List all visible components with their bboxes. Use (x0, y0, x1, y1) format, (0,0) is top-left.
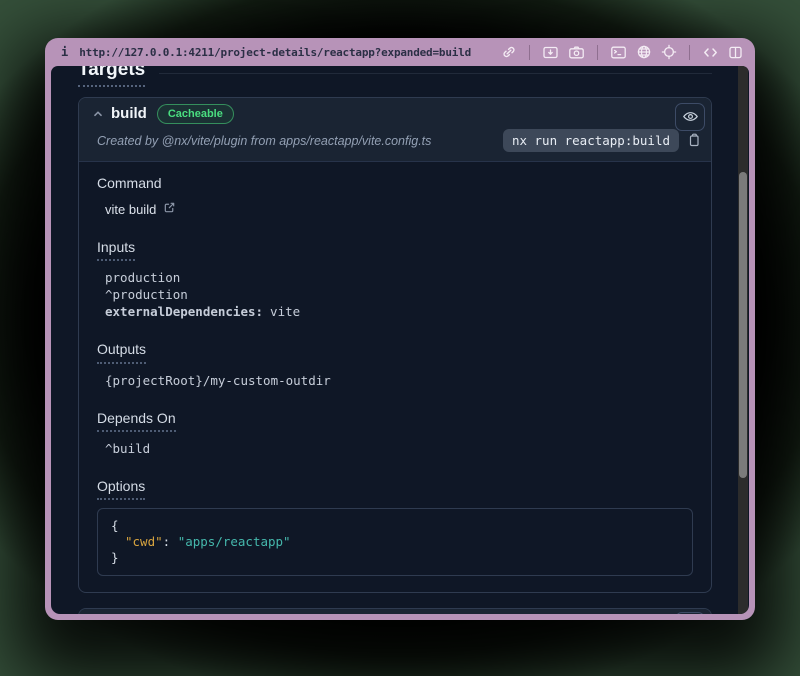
address-bar[interactable]: http://127.0.0.1:4211/project-details/re… (79, 46, 501, 59)
project-details-panel: Targets build Cacheable (51, 66, 737, 614)
command-value: vite build (105, 201, 156, 218)
inputs-section: Inputs production ^production externalDe… (97, 238, 693, 320)
browser-toolbar: i http://127.0.0.1:4211/project-details/… (45, 38, 755, 66)
external-link-icon[interactable] (163, 201, 176, 218)
split-panel-icon[interactable] (728, 45, 743, 60)
view-target-graph-button[interactable] (675, 612, 705, 614)
options-label: Options (97, 477, 145, 500)
command-label: Command (97, 174, 162, 192)
chevron-up-icon (91, 107, 105, 121)
json-close-brace: } (111, 550, 679, 566)
build-subheader: Created by @nx/vite/plugin from apps/rea… (79, 126, 711, 161)
command-section: Command vite build (97, 174, 693, 218)
outputs-label: Outputs (97, 340, 146, 363)
toolbar-separator (689, 45, 690, 60)
scrollbar-thumb[interactable] (739, 172, 747, 478)
json-cwd-line: "cwd": "apps/reactapp" (111, 534, 679, 550)
camera-icon[interactable] (568, 45, 585, 60)
toolbar-separator (597, 45, 598, 60)
outputs-section: Outputs {projectRoot}/my-custom-outdir (97, 340, 693, 388)
globe-icon[interactable] (636, 44, 652, 60)
crosshair-icon[interactable] (661, 44, 677, 60)
build-card-header: build Cacheable Created by @nx/vite/plug… (79, 98, 711, 162)
depends-on-label: Depends On (97, 409, 176, 432)
browser-window: i http://127.0.0.1:4211/project-details/… (45, 38, 755, 620)
target-name: build (111, 105, 147, 122)
terminal-icon[interactable] (610, 45, 627, 60)
link-icon[interactable] (501, 44, 517, 60)
target-card-build: build Cacheable Created by @nx/vite/plug… (78, 97, 712, 593)
options-json-block: { "cwd": "apps/reactapp" } (97, 508, 693, 576)
serve-target-row[interactable]: serve vite serve (79, 609, 711, 614)
toolbar-icon-group (501, 44, 743, 60)
target-card-serve: serve vite serve (78, 608, 712, 614)
targets-heading: Targets (78, 66, 145, 87)
input-item: externalDependencies:vite (105, 303, 693, 320)
copy-icon[interactable] (687, 133, 701, 148)
input-item: production (105, 269, 693, 286)
json-open-brace: { (111, 518, 679, 534)
output-item: {projectRoot}/my-custom-outdir (105, 372, 693, 389)
view-target-graph-button[interactable] (675, 103, 705, 131)
created-by-text: Created by @nx/vite/plugin from apps/rea… (97, 134, 431, 148)
options-section: Options { "cwd": "apps/reactapp" } (97, 477, 693, 576)
input-item: ^production (105, 286, 693, 303)
page-viewport: Targets build Cacheable (51, 66, 749, 614)
heading-rule (159, 73, 712, 74)
serve-card-header: serve vite serve (79, 609, 711, 614)
build-card-body: Command vite build Inpu (79, 162, 711, 592)
toolbar-separator (529, 45, 530, 60)
scrollbar-track[interactable] (738, 66, 748, 614)
build-target-row[interactable]: build Cacheable (79, 98, 711, 126)
cacheable-badge: Cacheable (157, 104, 234, 124)
dependency-item: ^build (105, 440, 693, 457)
info-icon: i (61, 45, 68, 59)
code-icon[interactable] (702, 45, 719, 60)
run-command-chip: nx run reactapp:build (503, 129, 679, 152)
depends-on-section: Depends On ^build (97, 409, 693, 457)
download-icon[interactable] (542, 45, 559, 60)
inputs-label: Inputs (97, 238, 135, 261)
